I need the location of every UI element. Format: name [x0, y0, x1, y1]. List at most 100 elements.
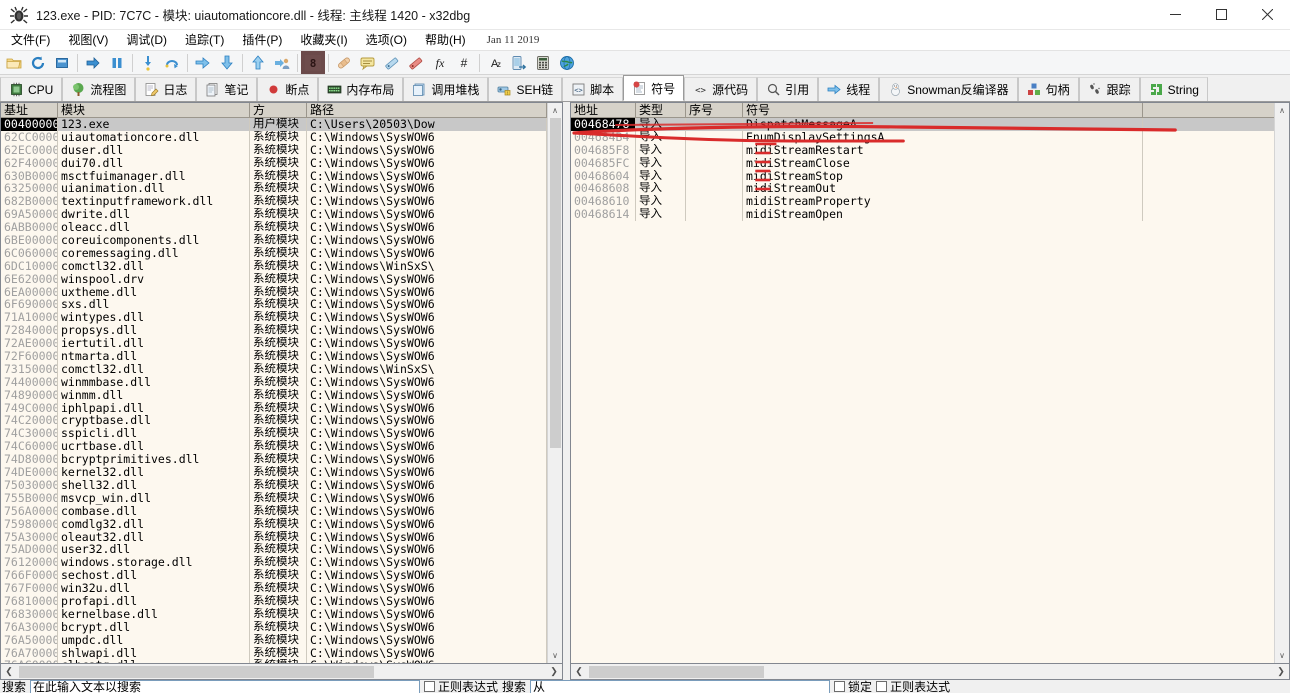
symbol-row[interactable]: 00468478 导入 DispatchMessageA: [571, 118, 1289, 131]
module-row[interactable]: 6EA00000 uxtheme.dll 系统模块 C:\Windows\SysWOW…: [1, 285, 562, 299]
symbol-row[interactable]: 00468614 导入 midiStreamOpen: [571, 208, 1289, 222]
menu-trace[interactable]: 追踪(T): [176, 29, 233, 50]
module-row[interactable]: 6E620000 winspool.drv 系统模块 C:\Windows\SysWO…: [1, 272, 562, 286]
module-row[interactable]: 72AE0000 iertutil.dll 系统模块 C:\Windows\SysWO…: [1, 337, 562, 351]
module-row[interactable]: 76A50000 umpdc.dll 系统模块 C:\Windows\SysWOW6: [1, 633, 562, 647]
module-row[interactable]: 62F40000 dui70.dll 系统模块 C:\Windows\SysWOW6: [1, 156, 562, 170]
tab-graph[interactable]: 流程图: [62, 77, 136, 101]
module-row[interactable]: 73150000 comctl32.dll 系统模块 C:\Windows\WinSx…: [1, 362, 562, 376]
module-row[interactable]: 76810000 profapi.dll 系统模块 C:\Windows\SysWOW…: [1, 594, 562, 608]
menu-favourites[interactable]: 收藏夹(I): [291, 29, 356, 50]
hex-dump-icon[interactable]: 8: [301, 51, 325, 74]
module-row[interactable]: 74C20000 cryptbase.dll 系统模块 C:\Windows\SysW…: [1, 414, 562, 428]
tab-handles[interactable]: 句柄: [1017, 77, 1079, 101]
tab-strings[interactable]: String: [1139, 77, 1208, 101]
module-row[interactable]: 72840000 propsys.dll 系统模块 C:\Windows\SysWOW…: [1, 324, 562, 338]
scroll-down-arrow-icon[interactable]: ∨: [1275, 648, 1290, 663]
analyze-icon[interactable]: #: [452, 51, 476, 74]
scroll-right-arrow-icon[interactable]: ❯: [1273, 665, 1289, 679]
about-icon[interactable]: [555, 51, 579, 74]
tab-cpu[interactable]: CPU: [0, 77, 63, 101]
module-row[interactable]: 6BE00000 coreuicomponents.dll 系统模块 C:\Windo…: [1, 234, 562, 247]
menu-plugins[interactable]: 插件(P): [233, 29, 291, 50]
module-row[interactable]: 63250000 uianimation.dll 系统模块 C:\Windows\Sy…: [1, 182, 562, 196]
module-row[interactable]: 75AD0000 user32.dll 系统模块 C:\Windows\SysWOW6: [1, 543, 562, 557]
module-row[interactable]: 00400000 123.exe 用户模块 C:\Users\20503\Dow: [1, 118, 562, 131]
module-row[interactable]: 755B0000 msvcp_win.dll 系统模块 C:\Windows\SysW…: [1, 491, 562, 505]
module-row[interactable]: 682B0000 textinputframework.dll 系统模块 C:\Win…: [1, 195, 562, 209]
module-row[interactable]: 6ABB0000 oleacc.dll 系统模块 C:\Windows\SysWOW6: [1, 221, 562, 235]
module-column-header[interactable]: 方: [250, 103, 307, 117]
step-into-icon[interactable]: [136, 51, 160, 74]
module-row[interactable]: 74DE0000 kernel32.dll 系统模块 C:\Windows\SysWO…: [1, 466, 562, 479]
run-to-user-code-icon[interactable]: [270, 51, 294, 74]
minimize-button[interactable]: [1152, 0, 1198, 30]
symbol-column-header[interactable]: 序号: [686, 103, 743, 117]
module-row[interactable]: 74890000 winmm.dll 系统模块 C:\Windows\SysWOW6: [1, 388, 562, 402]
scrollbar-thumb[interactable]: [19, 665, 374, 678]
module-row[interactable]: 74400000 winmmbase.dll 系统模块 C:\Windows\SysW…: [1, 375, 562, 389]
tab-call-stack[interactable]: 调用堆栈: [403, 77, 489, 101]
module-row[interactable]: 76AC0000clbcatq.dll系统模块C:\Windows\SysWOW…: [1, 659, 562, 663]
module-row[interactable]: 74D80000 bcryptprimitives.dll 系统模块 C:\Windo…: [1, 453, 562, 467]
symbol-row[interactable]: 004684B4 导入 EnumDisplaySettingsA: [571, 130, 1289, 144]
module-row[interactable]: 76A70000 shlwapi.dll 系统模块 C:\Windows\SysWOW…: [1, 646, 562, 660]
menu-view[interactable]: 视图(V): [59, 29, 117, 50]
tab-breakpoints[interactable]: 断点: [257, 77, 319, 101]
scroll-up-arrow-icon[interactable]: ∧: [548, 103, 563, 118]
checkbox-box[interactable]: [834, 681, 846, 692]
scrollbar-track[interactable]: [17, 665, 546, 679]
module-row[interactable]: 72F60000 ntmarta.dll 系统模块 C:\Windows\SysWOW…: [1, 350, 562, 363]
tab-threads[interactable]: 线程: [818, 77, 880, 101]
regex-checkbox[interactable]: 正则表达式: [424, 680, 498, 693]
module-row[interactable]: 756A0000 combase.dll 系统模块 C:\Windows\SysWOW…: [1, 504, 562, 518]
module-row[interactable]: 767F0000 win32u.dll 系统模块 C:\Windows\SysWOW6: [1, 582, 562, 595]
checkbox-box[interactable]: [876, 681, 888, 692]
module-row[interactable]: 74C30000 sspicli.dll 系统模块 C:\Windows\SysWOW…: [1, 427, 562, 441]
modules-hscrollbar[interactable]: ❮ ❯: [0, 664, 563, 680]
maximize-button[interactable]: [1198, 0, 1244, 30]
search-input[interactable]: 在此输入文本以搜索: [30, 680, 421, 693]
scroll-left-arrow-icon[interactable]: ❮: [1, 665, 17, 679]
tab-log[interactable]: 日志: [135, 77, 197, 101]
comment-icon[interactable]: [356, 51, 380, 74]
tab-script[interactable]: <> 脚本: [562, 77, 624, 101]
tab-notes[interactable]: 笔记: [196, 77, 258, 101]
step-into-arrow-icon[interactable]: [191, 51, 215, 74]
scroll-down-arrow-icon[interactable]: ∨: [548, 648, 563, 663]
lock-checkbox[interactable]: 锁定: [834, 680, 872, 693]
scroll-left-arrow-icon[interactable]: ❮: [571, 665, 587, 679]
patches-icon[interactable]: [332, 51, 356, 74]
label-icon[interactable]: [380, 51, 404, 74]
symbol-row[interactable]: 00468604 导入 midiStreamStop: [571, 169, 1289, 183]
module-row[interactable]: 76830000 kernelbase.dll 系统模块 C:\Windows\Sys…: [1, 607, 562, 621]
module-row[interactable]: 75A30000 oleaut32.dll 系统模块 C:\Windows\SysWO…: [1, 530, 562, 544]
module-row[interactable]: 75030000 shell32.dll 系统模块 C:\Windows\SysWOW…: [1, 478, 562, 492]
symbol-row[interactable]: 004685FC 导入 midiStreamClose: [571, 156, 1289, 170]
module-row[interactable]: 76A30000 bcrypt.dll 系统模块 C:\Windows\SysWOW6: [1, 620, 562, 634]
tab-symbols[interactable]: 符号: [623, 75, 685, 101]
tab-trace[interactable]: 跟踪: [1078, 77, 1140, 101]
module-row[interactable]: 75980000 comdlg32.dll 系统模块 C:\Windows\SysWO…: [1, 517, 562, 531]
module-column-header[interactable]: 模块: [58, 103, 250, 117]
module-row[interactable]: 6C060000 coremessaging.dll 系统模块 C:\Windows\…: [1, 246, 562, 260]
scrollbar-thumb[interactable]: [549, 118, 561, 448]
tab-source[interactable]: <> 源代码: [684, 77, 758, 101]
menu-file[interactable]: 文件(F): [2, 29, 59, 50]
module-row[interactable]: 6DC10000 comctl32.dll 系统模块 C:\Windows\WinSx…: [1, 259, 562, 273]
pause-icon[interactable]: [105, 51, 129, 74]
tab-seh[interactable]: ! SEH链: [488, 77, 563, 101]
function-icon[interactable]: fx: [428, 51, 452, 74]
tab-references[interactable]: 引用: [757, 77, 819, 101]
stop-icon[interactable]: [50, 51, 74, 74]
tab-memory-map[interactable]: 内存布局: [318, 77, 404, 101]
menu-options[interactable]: 选项(O): [357, 29, 416, 50]
symbol-row[interactable]: 00468610 导入 midiStreamProperty: [571, 195, 1289, 209]
scrollbar-track[interactable]: [587, 665, 1273, 679]
step-over-arrow-icon[interactable]: [215, 51, 239, 74]
calculator-icon[interactable]: [531, 51, 555, 74]
module-row[interactable]: 62CC0000 uiautomationcore.dll 系统模块 C:\Windo…: [1, 130, 562, 144]
scroll-up-arrow-icon[interactable]: ∧: [1275, 103, 1290, 118]
module-row[interactable]: 749C0000 iphlpapi.dll 系统模块 C:\Windows\SysWO…: [1, 401, 562, 415]
tab-snowman[interactable]: Snowman反编译器: [879, 77, 1018, 101]
